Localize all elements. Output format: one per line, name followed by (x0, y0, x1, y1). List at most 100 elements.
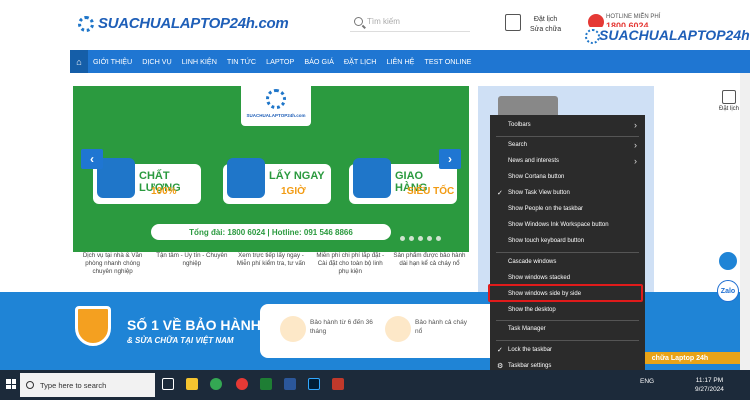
word-icon[interactable] (284, 378, 296, 390)
caption-item[interactable]: Miễn phí chi phí lắp đặt - Cài đặt cho t… (311, 252, 390, 292)
caption-item[interactable]: Dịch vụ tại nhà & Văn phòng nhanh chóng … (73, 252, 152, 292)
card-subtitle: SIÊU TỐC (407, 186, 455, 197)
menu-label: Show the desktop (508, 307, 556, 313)
card-subtitle: 1GIỜ (281, 186, 306, 197)
task-view-icon[interactable] (162, 378, 174, 390)
menu-item-ink-workspace[interactable]: Show Windows Ink Workspace button (490, 218, 645, 232)
carousel-dot[interactable] (400, 236, 405, 241)
carousel-dot[interactable] (409, 236, 414, 241)
menu-label: Show People on the taskbar (508, 206, 584, 212)
banner-hotline: Tổng đài: 1800 6024 | Hotline: 091 546 8… (151, 224, 391, 240)
menu-divider (496, 320, 639, 321)
carousel-dot[interactable] (427, 236, 432, 241)
nav-item-dich-vu[interactable]: DỊCH VỤ (137, 57, 177, 66)
zalo-button[interactable]: Zalo (717, 280, 739, 302)
nav-item-dat-lich[interactable]: ĐẶT LỊCH (339, 57, 382, 66)
page-scrollbar[interactable] (740, 73, 750, 370)
menu-divider (496, 136, 639, 137)
menu-label: Toolbars (508, 122, 531, 128)
strip-subtitle: & SỬA CHỮA TẠI VIỆT NAM (127, 336, 234, 345)
caption-item[interactable]: Xem trực tiếp lấy ngay - Miễn phí kiểm t… (231, 252, 310, 292)
strip-title: SỐ 1 VỀ BẢO HÀNH (127, 317, 261, 333)
carousel-dot[interactable] (436, 236, 441, 241)
menu-label: Show touch keyboard button (508, 238, 585, 244)
carousel-prev-button[interactable]: ‹ (81, 149, 103, 169)
file-explorer-icon[interactable] (186, 378, 198, 390)
menu-label: Show windows stacked (508, 275, 571, 281)
nav-item-linh-kien[interactable]: LINH KIỆN (177, 57, 222, 66)
booking-link[interactable]: Đặt lịch Sửa chữa (530, 15, 561, 35)
gear-logo-icon (78, 15, 94, 32)
calendar-icon[interactable] (505, 14, 521, 31)
warranty-feature: Bảo hành cả cháy nổ (415, 319, 468, 335)
menu-item-news[interactable]: News and interests › (490, 154, 645, 168)
menu-item-search[interactable]: Search › (490, 138, 645, 152)
menu-label: Task Manager (508, 326, 546, 332)
hero-banner: SUACHUALAPTOP24h.com CHẤT LƯỢNG 100% LẤY… (73, 86, 469, 252)
menu-item-people[interactable]: Show People on the taskbar (490, 202, 645, 216)
gear-logo-icon (266, 89, 286, 109)
app-icon[interactable] (236, 378, 248, 390)
app-icon[interactable] (332, 378, 344, 390)
warranty-feature: Bảo hành từ 6 đến 36 tháng (310, 319, 373, 335)
language-indicator[interactable]: ENG (640, 378, 654, 385)
carousel-next-button[interactable]: › (439, 149, 461, 169)
menu-label: Show Cortana button (508, 174, 565, 180)
nav-item-lien-he[interactable]: LIÊN HỆ (382, 57, 420, 66)
messenger-icon[interactable] (717, 250, 739, 272)
chevron-right-icon: › (634, 156, 637, 166)
warranty-shield-icon (75, 306, 111, 346)
menu-item-task-view[interactable]: ✓ Show Task View button (490, 186, 645, 200)
menu-divider (496, 252, 639, 253)
site-header: SUACHUALAPTOP24h.com Tìm kiếm Đặt lịch S… (0, 0, 750, 50)
menu-item-toolbars[interactable]: Toolbars › (490, 118, 645, 132)
menu-label: Show Windows Ink Workspace button (508, 222, 609, 228)
booking-label-2: Sửa chữa (530, 26, 562, 33)
excel-icon[interactable] (260, 378, 272, 390)
taskbar-search-input[interactable]: Type here to search (20, 373, 155, 397)
chrome-icon[interactable] (210, 378, 222, 390)
windows-start-icon[interactable] (6, 379, 16, 389)
carousel-dots (400, 236, 441, 241)
windows-taskbar: Type here to search ENG 11:17 PM 9/27/20… (0, 370, 750, 400)
gear-icon: ⚙ (497, 363, 504, 370)
logo-text: SUACHUALAPTOP24h.com (98, 15, 289, 32)
card-subtitle: 100% (151, 186, 177, 197)
nav-item-laptop[interactable]: LAPTOP (261, 57, 299, 66)
taskbar-search-placeholder: Type here to search (40, 380, 107, 390)
chevron-right-icon: › (634, 120, 637, 130)
menu-item-stacked[interactable]: Show windows stacked (490, 271, 645, 285)
nav-item-bao-gia[interactable]: BÁO GIÁ (299, 57, 339, 66)
floating-booking-button[interactable]: Đặt lịch (718, 90, 740, 112)
clock-date: 9/27/2024 (695, 386, 724, 393)
menu-label: Search (508, 142, 528, 148)
nav-item-gioi-thieu[interactable]: GIỚI THIỆU (88, 57, 137, 66)
feature-card-pickup: LẤY NGAY 1GIỜ (223, 158, 331, 204)
caption-item[interactable]: Sản phẩm được bảo hành dài hạn kể cả chá… (390, 252, 469, 292)
carousel-dot[interactable] (418, 236, 423, 241)
menu-item-cascade[interactable]: Cascade windows (490, 255, 645, 269)
taskbar-clock[interactable]: 11:17 PM 9/27/2024 (695, 376, 724, 394)
overlay-logo: SUACHUALAPTOP24h.com (585, 27, 750, 44)
search-input[interactable]: Tìm kiếm (350, 12, 470, 32)
menu-item-task-manager[interactable]: Task Manager (490, 322, 645, 336)
home-icon[interactable]: ⌂ (70, 50, 88, 73)
chevron-right-icon: › (634, 140, 637, 150)
site-logo[interactable]: SUACHUALAPTOP24h.com (78, 15, 289, 32)
highlight-box (488, 284, 643, 302)
nav-item-tin-tuc[interactable]: TIN TỨC (222, 57, 261, 66)
delivery-scooter-icon (353, 158, 391, 198)
menu-item-lock-taskbar[interactable]: ✓ Lock the taskbar (490, 343, 645, 357)
menu-label: Show Task View button (508, 190, 570, 196)
calendar-icon (722, 90, 736, 104)
banner-logo-box: SUACHUALAPTOP24h.com (241, 86, 311, 126)
menu-item-cortana[interactable]: Show Cortana button (490, 170, 645, 184)
menu-label: News and interests (508, 158, 560, 164)
photoshop-icon[interactable] (308, 378, 320, 390)
search-icon (26, 381, 34, 389)
menu-item-show-desktop[interactable]: Show the desktop (490, 303, 645, 317)
caption-item[interactable]: Tận tâm - Uy tín - Chuyên nghiệp (152, 252, 231, 292)
search-placeholder: Tìm kiếm (367, 17, 400, 26)
nav-item-test-online[interactable]: TEST ONLINE (419, 57, 476, 66)
menu-item-touch-keyboard[interactable]: Show touch keyboard button (490, 234, 645, 248)
